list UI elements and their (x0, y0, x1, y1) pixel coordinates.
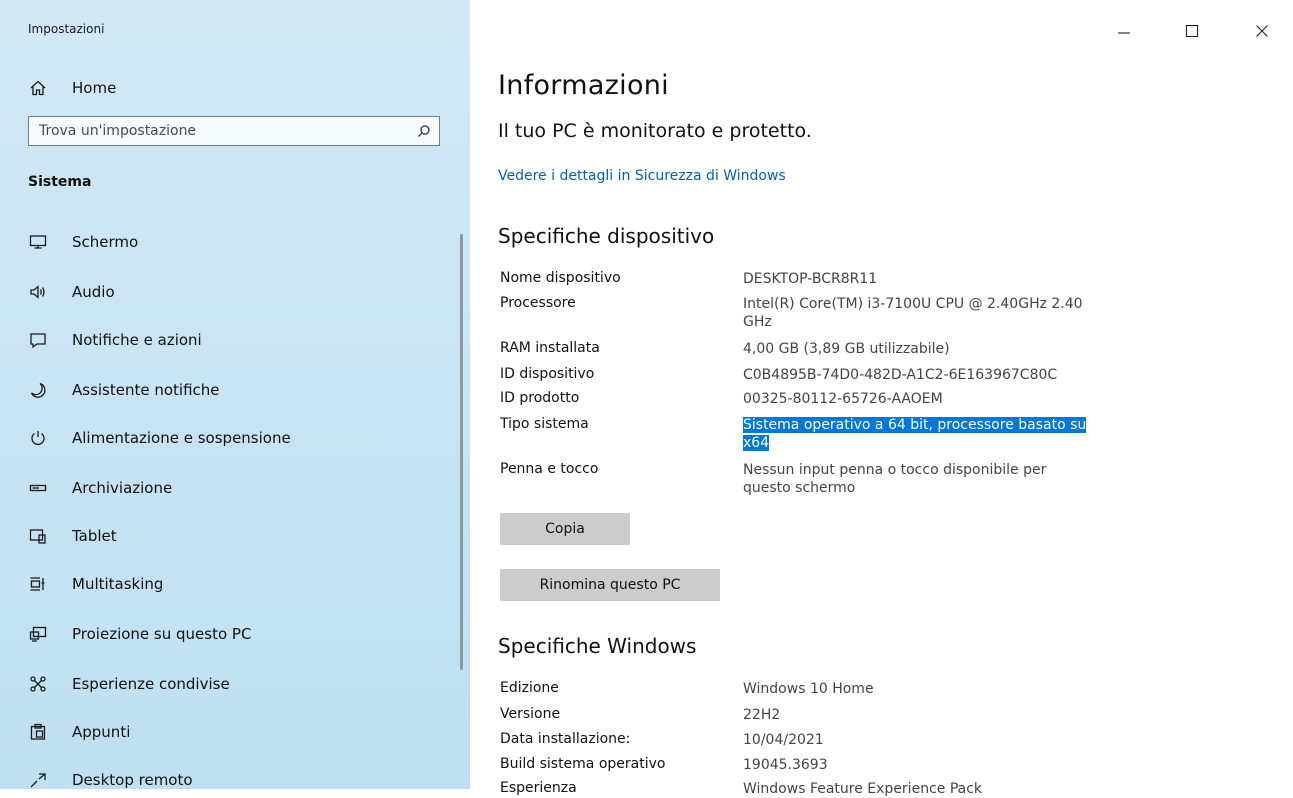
sidebar-item-notifiche[interactable]: Notifiche e azioni (0, 320, 470, 360)
spec-label: Data installazione: (500, 731, 631, 747)
power-icon (28, 428, 48, 448)
sidebar-item-label: Home (72, 79, 117, 97)
sidebar-item-label: Esperienze condivise (72, 675, 230, 693)
remote-desktop-icon (28, 770, 48, 789)
sidebar-item-esperienze[interactable]: Esperienze condivise (0, 664, 470, 704)
sidebar-item-proiezione[interactable]: Proiezione su questo PC (0, 614, 470, 654)
spec-value: DESKTOP-BCR8R11 (743, 271, 878, 287)
main-content: Informazioni Il tuo PC è monitorato e pr… (470, 0, 1293, 797)
notification-icon (28, 330, 48, 350)
sidebar-item-label: Audio (72, 283, 115, 301)
moon-icon (28, 380, 48, 400)
spec-label: RAM installata (500, 340, 600, 356)
sidebar-item-desktop-remoto[interactable]: Desktop remoto (0, 760, 470, 789)
sidebar-item-schermo[interactable]: Schermo (0, 222, 470, 262)
spec-value: C0B4895B-74D0-482D-A1C2-6E163967C80C (743, 367, 1058, 383)
monitor-icon (28, 232, 48, 252)
protection-status: Il tuo PC è monitorato e protetto. (498, 120, 812, 142)
sidebar: Impostazioni Home Sistema Schermo Audio … (0, 0, 470, 789)
tablet-icon (28, 526, 48, 546)
sidebar-item-label: Archiviazione (72, 479, 173, 497)
app-title: Impostazioni (28, 22, 105, 36)
sidebar-item-label: Tablet (72, 527, 117, 545)
windows-specs-heading: Specifiche Windows (498, 634, 697, 658)
section-title: Sistema (28, 174, 92, 190)
sidebar-item-label: Notifiche e azioni (72, 331, 202, 349)
projection-icon (28, 624, 48, 644)
copy-button[interactable]: Copia (500, 513, 630, 545)
spec-label: Esperienza (500, 780, 577, 796)
spec-value: Intel(R) Core(TM) i3-7100U CPU @ 2.40GHz… (743, 296, 1083, 330)
spec-label: Build sistema operativo (500, 756, 666, 772)
search-box[interactable] (28, 116, 440, 146)
spec-value: 22H2 (743, 707, 781, 723)
sidebar-item-home[interactable]: Home (0, 68, 470, 108)
spec-label: Nome dispositivo (500, 270, 621, 286)
spec-value: 4,00 GB (3,89 GB utilizzabile) (743, 341, 950, 357)
spec-label: ID dispositivo (500, 366, 595, 382)
spec-value: Windows 10 Home (743, 681, 874, 697)
spec-value-selected[interactable]: Sistema operativo a 64 bit, processore b… (743, 416, 1093, 452)
sidebar-item-label: Alimentazione e sospensione (72, 429, 291, 447)
sidebar-item-alimentazione[interactable]: Alimentazione e sospensione (0, 418, 470, 458)
sidebar-item-multitasking[interactable]: Multitasking (0, 564, 470, 604)
sidebar-item-archiviazione[interactable]: Archiviazione (0, 468, 470, 508)
storage-icon (28, 478, 48, 498)
spec-label: Versione (500, 706, 561, 722)
sidebar-item-label: Desktop remoto (72, 771, 193, 789)
sidebar-scrollbar[interactable] (460, 234, 463, 670)
selected-text: Sistema operativo a 64 bit, processore b… (743, 417, 1087, 451)
spec-value: 19045.3693 (743, 757, 828, 773)
sidebar-item-assistente[interactable]: Assistente notifiche (0, 370, 470, 410)
sidebar-item-label: Multitasking (72, 575, 164, 593)
spec-label: Edizione (500, 680, 559, 696)
spec-label: Tipo sistema (500, 416, 589, 432)
sidebar-item-tablet[interactable]: Tablet (0, 516, 470, 556)
speaker-icon (28, 282, 48, 302)
search-icon[interactable] (409, 124, 439, 138)
spec-value: 10/04/2021 (743, 732, 824, 748)
spec-value: Nessun input penna o tocco disponibile p… (743, 462, 1047, 496)
sidebar-item-label: Assistente notifiche (72, 381, 220, 399)
page-title: Informazioni (498, 70, 669, 101)
clipboard-icon (28, 722, 48, 742)
home-icon (28, 78, 48, 98)
rename-pc-button[interactable]: Rinomina questo PC (500, 569, 720, 601)
security-details-link[interactable]: Vedere i dettagli in Sicurezza di Window… (498, 168, 786, 184)
sidebar-item-appunti[interactable]: Appunti (0, 712, 470, 752)
sidebar-item-label: Proiezione su questo PC (72, 625, 252, 643)
multitasking-icon (28, 574, 48, 594)
sidebar-item-label: Schermo (72, 233, 139, 251)
shared-experiences-icon (28, 674, 48, 694)
spec-label: Processore (500, 295, 576, 311)
spec-label: ID prodotto (500, 390, 580, 406)
search-input[interactable] (29, 122, 409, 140)
sidebar-item-audio[interactable]: Audio (0, 272, 470, 312)
sidebar-item-label: Appunti (72, 723, 131, 741)
device-specs-heading: Specifiche dispositivo (498, 224, 715, 248)
spec-value: 00325-80112-65726-AAOEM (743, 391, 943, 407)
spec-label: Penna e tocco (500, 461, 599, 477)
spec-value: Windows Feature Experience Pack (743, 781, 983, 797)
